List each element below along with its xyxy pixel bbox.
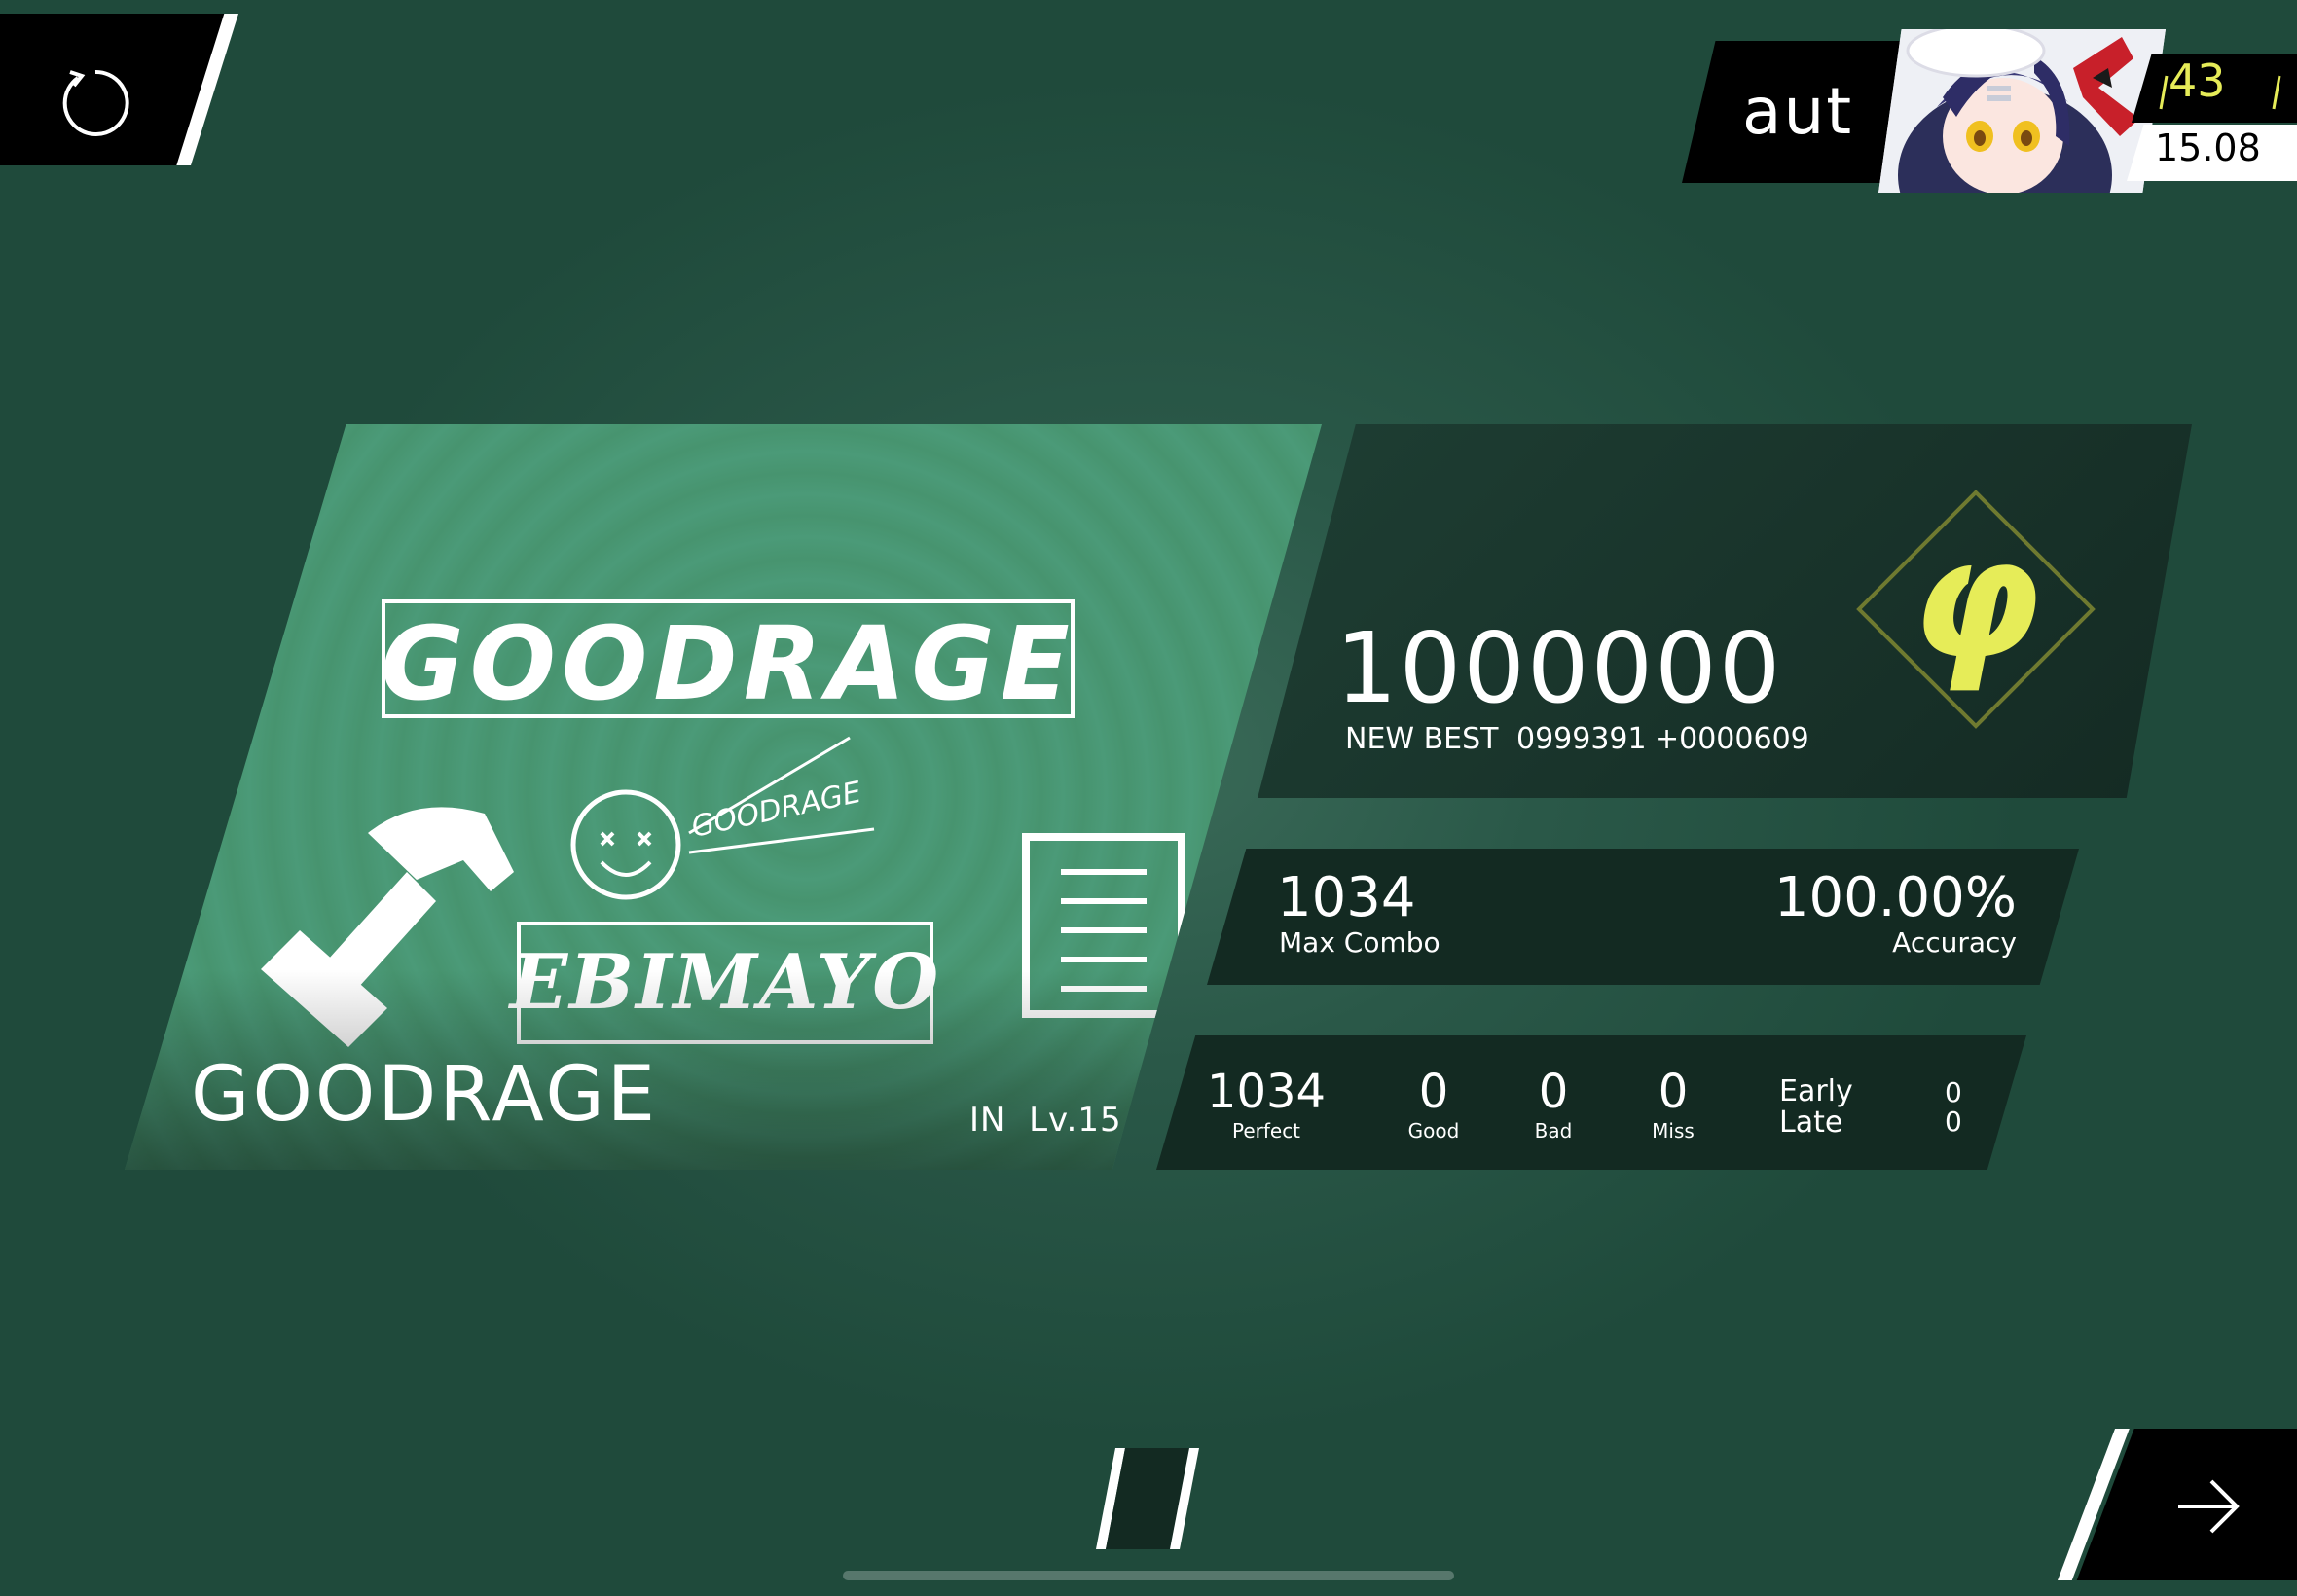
grade-phi-icon: φ xyxy=(1856,490,2096,729)
score-value: 1000000 xyxy=(1335,611,1783,725)
early-count: 0 xyxy=(1945,1076,1962,1108)
perfect-count: 1034 xyxy=(1206,1065,1327,1119)
player-name: aut xyxy=(1742,74,1854,149)
retry-icon xyxy=(62,69,129,136)
score-difference: +0000609 xyxy=(1655,722,1809,756)
max-combo-value: 1034 xyxy=(1277,866,1416,929)
late-count: 0 xyxy=(1945,1106,1962,1138)
max-combo-label: Max Combo xyxy=(1279,926,1440,959)
accuracy-label: Accuracy xyxy=(1892,926,2017,959)
new-best-label: NEW BEST xyxy=(1345,722,1499,756)
player-rks: 15.08 xyxy=(2155,127,2261,169)
avatar-illustration xyxy=(1878,29,2166,193)
song-title: GOODRAGE xyxy=(191,1051,659,1139)
retry-button[interactable] xyxy=(0,14,238,165)
previous-best-score: 0999391 xyxy=(1516,722,1647,756)
miss-count: 0 xyxy=(1658,1065,1689,1119)
early-label: Early xyxy=(1779,1074,1853,1108)
difficulty-label: IN xyxy=(969,1101,1006,1140)
song-difficulty: IN Lv.15 xyxy=(969,1101,1122,1140)
next-button[interactable] xyxy=(2058,1429,2297,1580)
artwork-title-logo: GOODRAGE xyxy=(381,604,1076,723)
avatar[interactable] xyxy=(1878,29,2166,193)
page-indicator[interactable] xyxy=(1096,1448,1203,1549)
late-label: Late xyxy=(1779,1106,1843,1140)
difficulty-level: Lv.15 xyxy=(1029,1101,1122,1140)
perfect-label: Perfect xyxy=(1231,1119,1301,1143)
arrow-right-icon xyxy=(2178,1479,2240,1534)
miss-label: Miss xyxy=(1652,1119,1695,1143)
accuracy-value: 100.00% xyxy=(1773,866,2017,929)
player-rank: 43 xyxy=(2169,54,2226,107)
grade-symbol: φ xyxy=(1912,503,2041,696)
home-indicator[interactable] xyxy=(843,1571,1454,1580)
